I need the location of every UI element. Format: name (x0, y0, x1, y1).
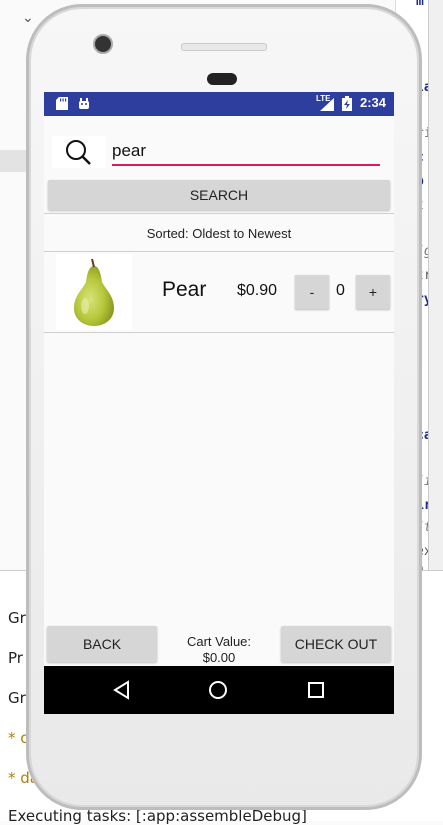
item-name: Pear (162, 278, 207, 301)
code-line: m (416, 0, 424, 9)
increment-button[interactable]: + (356, 275, 390, 309)
home-nav-icon[interactable] (208, 680, 228, 700)
signal-icon (320, 98, 334, 111)
chevron-down-icon: ⌄ (22, 10, 34, 26)
search-bar (52, 132, 386, 172)
search-icon[interactable] (52, 136, 106, 168)
cart-value-amount: $0.00 (202, 650, 236, 665)
sort-order-label: Sorted: Oldest to Newest (146, 226, 292, 241)
search-button[interactable]: SEARCH (48, 180, 390, 210)
pear-icon (56, 254, 132, 330)
quantity-value: 0 (336, 282, 345, 299)
item-price: $0.90 (237, 282, 278, 299)
android-icon (79, 98, 89, 109)
ide-scrollbar[interactable] (428, 0, 443, 612)
checkout-button[interactable]: CHECK OUT (281, 626, 391, 662)
recents-nav-icon[interactable] (306, 680, 326, 700)
output-line: Pr (8, 649, 23, 667)
divider (44, 332, 394, 333)
output-line: Gr (8, 689, 26, 707)
speaker-grille (181, 43, 267, 51)
back-button[interactable]: BACK (47, 626, 157, 662)
list-item[interactable]: Pear $0.90 - 0 + (44, 252, 394, 332)
navigation-bar (44, 666, 394, 714)
decrement-button[interactable]: - (295, 275, 329, 309)
cart-value: Cart Value: $0.00 (170, 634, 268, 666)
battery-charging-icon (342, 96, 352, 111)
status-time: 2:34 (359, 95, 386, 110)
search-input[interactable] (112, 138, 380, 166)
sd-card-icon (56, 97, 68, 110)
app-screen: LTE 2:34 SEARCH Sorted: Oldest to Newest (44, 92, 394, 714)
output-line: Gr (8, 609, 26, 627)
earpiece (207, 73, 237, 85)
camera-icon (93, 34, 113, 54)
status-bar: LTE 2:34 (44, 92, 394, 116)
cart-value-label: Cart Value: (186, 634, 252, 649)
back-nav-icon[interactable] (112, 680, 132, 700)
divider (44, 213, 394, 214)
